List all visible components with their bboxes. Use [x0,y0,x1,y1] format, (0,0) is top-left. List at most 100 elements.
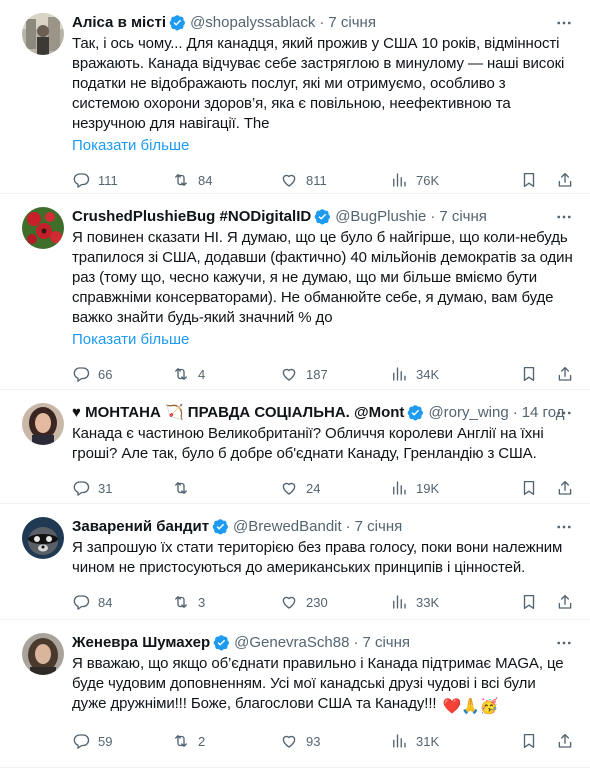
like-button[interactable]: 811 [280,171,390,189]
share-button[interactable] [556,593,574,611]
repost-icon [175,174,187,186]
share-button[interactable] [556,171,574,189]
bookmark-button[interactable] [520,171,538,189]
views-button[interactable]: 34K [390,365,500,383]
views-icon [393,595,406,609]
verified-icon [169,14,186,30]
like-button[interactable]: 24 [280,479,390,497]
bookmark-button[interactable] [520,732,538,750]
avatar[interactable] [22,403,64,445]
tweet[interactable]: CrushedPlushieBug #NODigitalID @BugPlush… [0,194,590,390]
reply-button[interactable]: 111 [72,171,172,189]
show-more-link[interactable]: Показати більше [72,136,189,156]
author-name[interactable]: Женевра Шумахер [72,634,210,651]
show-more-link[interactable]: Показати більше [72,330,189,350]
author-name[interactable]: Заварений бандит [72,518,209,535]
more-icon[interactable] [554,404,574,422]
repost-icon [175,482,187,494]
avatar[interactable] [22,13,64,55]
repost-button[interactable]: 3 [172,593,280,611]
like-icon [282,482,296,495]
bookmark-icon [523,733,535,749]
like-count: 24 [306,480,321,496]
repost-button[interactable]: 4 [172,365,280,383]
reply-icon [73,173,90,188]
verified-icon [314,208,331,224]
tweet-header: Женевра Шумахер @GenevraSch88 · 7 січня [72,633,411,651]
like-button[interactable]: 93 [280,732,390,750]
like-button[interactable]: 230 [280,593,390,611]
share-button[interactable] [556,732,574,750]
views-button[interactable]: 19K [390,479,500,497]
verified-icon [408,404,424,420]
author-handle[interactable]: @BugPlushie [335,208,426,225]
tweet[interactable]: Заварений бандит @BrewedBandit · 7 січня… [0,504,590,620]
views-button[interactable]: 33K [390,593,500,611]
share-button[interactable] [556,479,574,497]
views-icon [393,734,406,748]
repost-count: 2 [198,733,206,749]
avatar[interactable] [22,633,64,675]
like-count: 811 [306,172,327,188]
reply-count: 31 [98,480,113,496]
bookmark-icon [523,366,535,382]
reply-button[interactable]: 31 [72,479,172,497]
share-icon [558,733,572,748]
like-button[interactable]: 187 [280,365,390,383]
author-handle[interactable]: @GenevraSch88 [234,634,349,651]
repost-count: 3 [198,594,206,610]
repost-button[interactable] [172,479,280,497]
author-handle[interactable]: @rory_wing [428,404,508,421]
avatar[interactable] [22,207,64,249]
reply-count: 66 [98,366,113,382]
reply-icon [73,367,90,382]
views-count: 34K [416,366,440,382]
views-icon [393,367,406,381]
author-name[interactable]: CrushedPlushieBug #NODigitalID [72,208,311,225]
more-icon[interactable] [554,634,574,652]
views-count: 19K [416,480,440,496]
views-button[interactable]: 31K [390,732,500,750]
views-icon [393,481,406,495]
bookmark-button[interactable] [520,593,538,611]
tweet-time[interactable]: 7 січня [328,14,376,31]
bookmark-button[interactable] [520,479,538,497]
emoji-reactions: ❤️🙏🥳 [442,698,499,715]
author-handle[interactable]: @shopalyssablack [190,14,315,31]
tweet[interactable]: ♥ МОНТАНА 🏹 ПРАВДА СОЦІАЛЬНА. @Mont @ror… [0,390,590,504]
repost-button[interactable]: 84 [172,171,280,189]
repost-count: 84 [198,172,213,188]
reply-button[interactable]: 84 [72,593,172,611]
more-icon[interactable] [554,208,574,226]
bookmark-button[interactable] [520,365,538,383]
tweet-text: Я вважаю, що якщо об’єднати правильно і … [72,655,564,715]
views-button[interactable]: 76K [390,171,500,189]
tweet-time[interactable]: 7 січня [439,208,487,225]
views-icon [393,173,406,187]
tweet-actions: 84 3 230 33K [72,582,574,622]
reply-button[interactable]: 59 [72,732,172,750]
repost-icon [175,735,187,747]
verified-icon [213,634,230,650]
tweet-actions: 31 24 19K [72,468,574,508]
avatar[interactable] [22,517,64,559]
reply-count: 59 [98,733,113,749]
author-name[interactable]: ♥ МОНТАНА 🏹 ПРАВДА СОЦІАЛЬНА. @Mont [72,403,404,421]
share-button[interactable] [556,365,574,383]
repost-button[interactable]: 2 [172,732,280,750]
author-handle[interactable]: @BrewedBandit [233,518,342,535]
author-name[interactable]: Аліса в місті [72,14,166,31]
like-icon [282,174,296,187]
more-icon[interactable] [554,14,574,32]
tweet-header: ♥ МОНТАНА 🏹 ПРАВДА СОЦІАЛЬНА. @Mont @ror… [72,403,565,422]
reply-count: 111 [98,172,118,188]
reply-button[interactable]: 66 [72,365,172,383]
tweet[interactable]: Аліса в місті @shopalyssablack · 7 січня… [0,0,590,194]
share-icon [558,594,572,609]
tweet-time[interactable]: 7 січня [362,634,410,651]
tweet[interactable]: Женевра Шумахер @GenevraSch88 · 7 січня … [0,620,590,768]
tweet-text: Канада є частиною Великобританії? Обличч… [72,425,544,462]
more-icon[interactable] [554,518,574,536]
tweet-time[interactable]: 7 січня [355,518,403,535]
views-count: 76K [416,172,440,188]
